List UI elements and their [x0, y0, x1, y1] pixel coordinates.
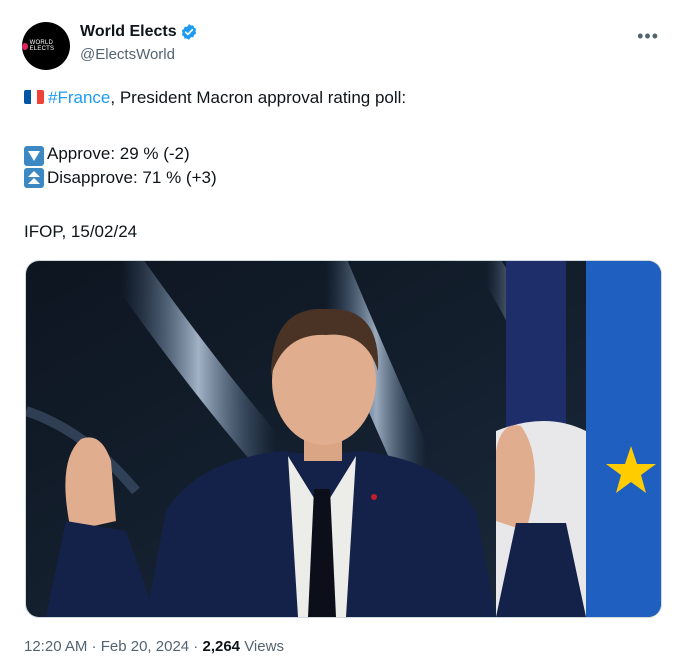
footer-separator-2: ·	[189, 638, 203, 655]
approve-text: Approve: 29 % (-2)	[47, 144, 190, 163]
author-name-row[interactable]: World Elects	[80, 23, 198, 41]
avatar-logo-dot	[22, 42, 28, 50]
photo-illustration	[26, 261, 661, 617]
tweet-time[interactable]: 12:20 AM	[24, 638, 87, 655]
tweet-metadata: 12:20 AM · Feb 20, 2024 · 2,264 Views	[24, 638, 284, 655]
more-options-icon[interactable]: •••	[637, 26, 659, 47]
down-arrow-box-icon	[24, 146, 44, 166]
headline-text: , President Macron approval rating poll:	[110, 88, 407, 107]
views-count: 2,264	[202, 638, 241, 655]
tweet-date[interactable]: Feb 20, 2024	[101, 638, 189, 655]
tweet-media-photo[interactable]	[25, 260, 662, 618]
approve-line: Approve: 29 % (-2)	[24, 143, 190, 166]
source-line: IFOP, 15/02/24	[24, 222, 138, 241]
footer-separator-1: ·	[87, 638, 101, 655]
views-label: Views	[244, 638, 284, 655]
author-handle[interactable]: @ElectsWorld	[80, 46, 175, 63]
verified-badge-icon	[181, 24, 196, 40]
double-up-arrow-box-icon	[24, 168, 44, 188]
france-flag-icon	[24, 90, 44, 104]
disapprove-text: Disapprove: 71 % (+3)	[47, 168, 217, 187]
tweet-headline: #France, President Macron approval ratin…	[24, 87, 406, 109]
avatar-logo-text: WORLD ELECTS	[29, 40, 55, 52]
author-display-name[interactable]: World Elects	[80, 23, 177, 41]
avatar[interactable]: WORLD ELECTS	[22, 22, 70, 70]
disapprove-line: Disapprove: 71 % (+3)	[24, 167, 217, 189]
hashtag-link[interactable]: #France	[48, 88, 110, 107]
